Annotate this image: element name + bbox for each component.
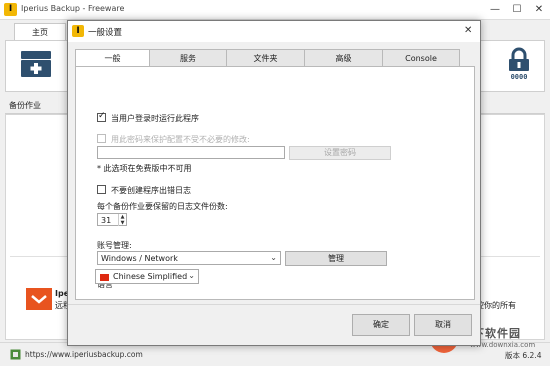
tab-home[interactable]: 主页 (14, 23, 66, 41)
promo-logo-icon (26, 288, 52, 310)
window-controls: — ☐ ✕ (484, 0, 550, 20)
new-backup-icon[interactable] (20, 50, 52, 78)
settings-dialog: I 一般设置 ✕ 一般 服务 文件夹 高级 Console 当用户登录时运行此程… (67, 20, 481, 346)
ok-button[interactable]: 确定 (352, 314, 410, 336)
lock-icon[interactable]: 0000 (506, 46, 532, 80)
cancel-button[interactable]: 取消 (414, 314, 472, 336)
manage-accounts-button[interactable]: 管理 (285, 251, 387, 266)
tab-advanced[interactable]: 高级 (304, 49, 383, 67)
log-retention-spinner[interactable]: 31 ▲ ▼ (97, 213, 127, 226)
settings-tabs: 一般 服务 文件夹 高级 Console (75, 49, 460, 68)
run-at-login-label: 当用户登录时运行此程序 (111, 114, 199, 123)
tab-console[interactable]: Console (382, 49, 460, 67)
maximize-icon[interactable]: ☐ (506, 0, 528, 20)
log-retention-value: 31 (101, 216, 112, 225)
dialog-title: 一般设置 (88, 28, 123, 38)
website-link[interactable]: https://www.iperiusbackup.com (25, 350, 143, 359)
minimize-icon[interactable]: — (484, 0, 506, 20)
tab-folders[interactable]: 文件夹 (226, 49, 305, 67)
web-icon (10, 349, 21, 360)
tab-services[interactable]: 服务 (149, 49, 227, 67)
password-protect-label: 用此密码来保护配置不受不必要的修改: (111, 135, 250, 144)
chevron-down-icon: ⌄ (270, 253, 277, 262)
svg-text:0000: 0000 (511, 73, 528, 80)
general-tab-panel: 当用户登录时运行此程序 用此密码来保护配置不受不必要的修改: 设置密码 * 此选… (75, 66, 475, 300)
app-logo-icon: I (4, 3, 17, 16)
password-input[interactable] (97, 146, 285, 159)
china-flag-icon (100, 274, 109, 281)
account-label: 账号管理: (97, 241, 132, 250)
set-password-button[interactable]: 设置密码 (289, 146, 391, 160)
language-value: Chinese Simplified (113, 272, 188, 281)
dialog-title-bar: I 一般设置 ✕ (68, 21, 480, 42)
log-retention-label: 每个备份作业要保留的日志文件份数: (97, 202, 228, 211)
language-select[interactable]: Chinese Simplified ⌄ (95, 269, 199, 284)
password-protect-checkbox[interactable] (97, 134, 106, 143)
backup-jobs-title: 备份作业 (9, 101, 41, 110)
app-title: Iperius Backup - Freeware (21, 4, 125, 13)
version-label: 版本 6.2.4 (505, 351, 542, 360)
main-title-bar: I Iperius Backup - Freeware — ☐ ✕ (0, 0, 550, 20)
run-at-login-checkbox[interactable] (97, 111, 106, 122)
free-version-note: * 此选项在免费版中不可用 (97, 164, 192, 173)
no-error-log-label: 不要创建程序出错日志 (111, 186, 191, 195)
account-value: Windows / Network (101, 254, 178, 263)
dialog-close-icon[interactable]: ✕ (464, 25, 472, 36)
dialog-logo-icon: I (72, 25, 84, 37)
no-error-log-checkbox[interactable] (97, 185, 106, 194)
promo-text-right: 控你的所有 (476, 301, 516, 310)
close-icon[interactable]: ✕ (528, 0, 550, 20)
spinner-arrows-icon[interactable]: ▲ ▼ (118, 214, 126, 226)
chevron-down-icon: ⌄ (188, 271, 195, 280)
dialog-footer-divider (68, 304, 480, 305)
account-select[interactable]: Windows / Network ⌄ (97, 251, 281, 265)
